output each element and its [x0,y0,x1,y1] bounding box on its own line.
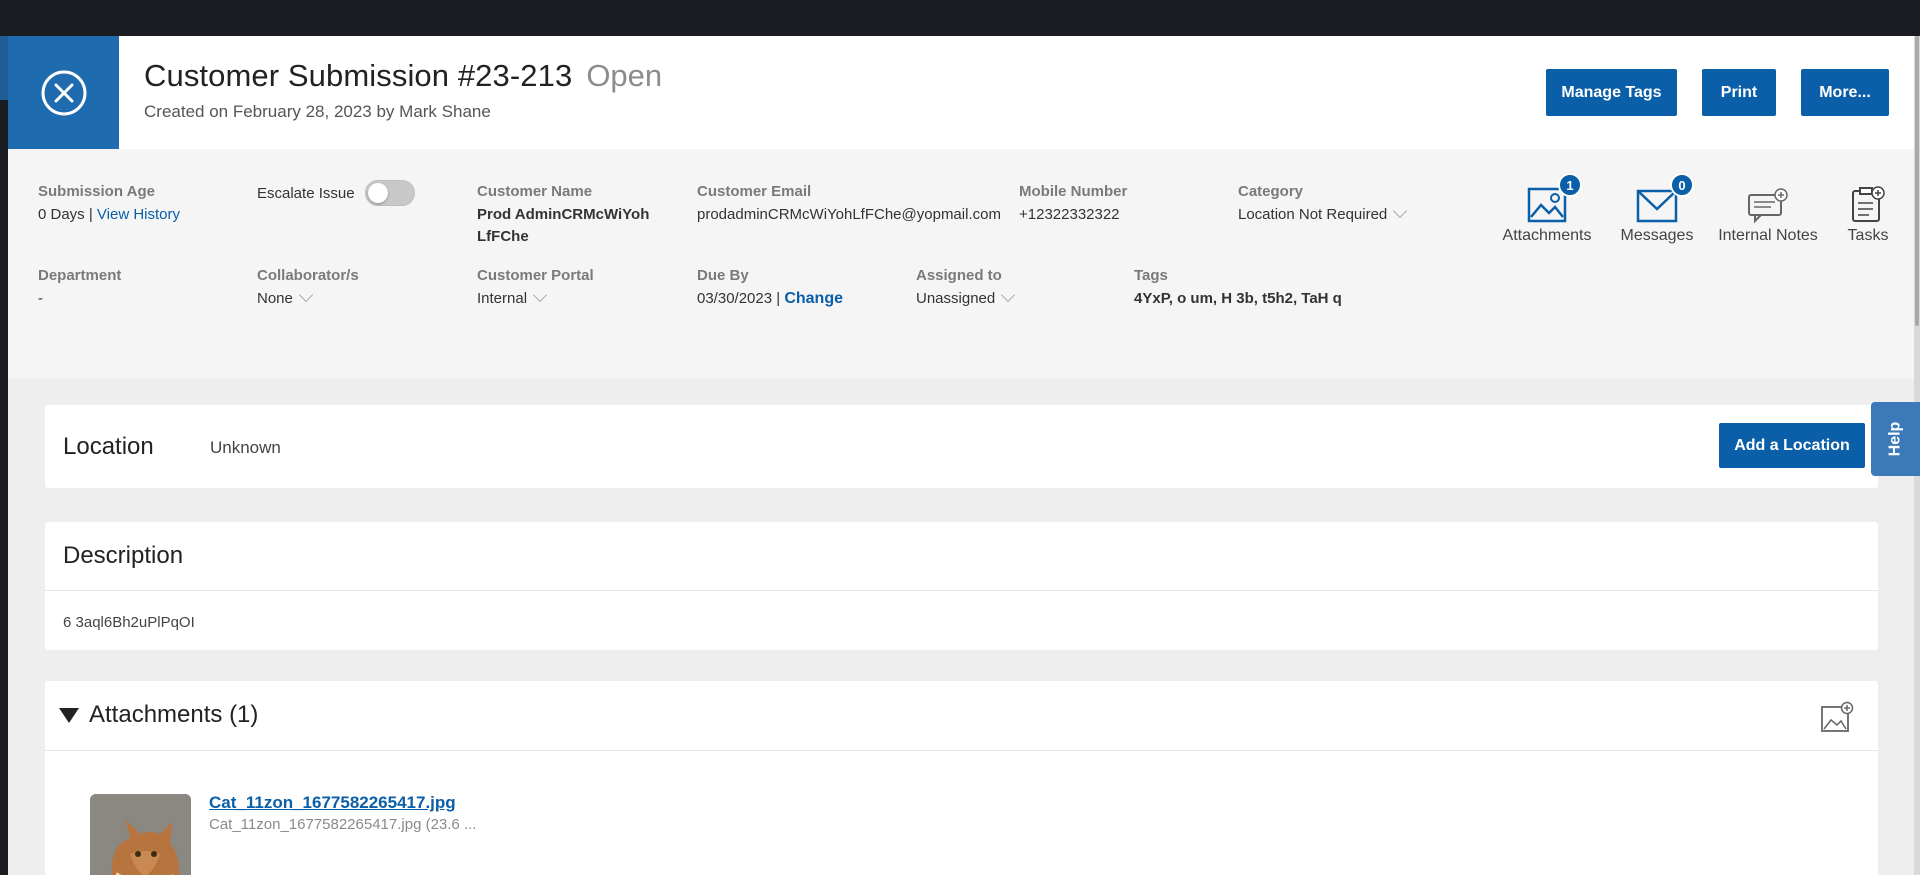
divider [45,750,1878,751]
created-info: Created on February 28, 2023 by Mark Sha… [144,102,491,121]
status-label: Open [586,58,663,93]
internal-notes-tool[interactable]: Internal Notes [1708,179,1828,245]
submission-details: Submission Age 0 Days | View History Esc… [8,149,1914,379]
add-image-icon [1821,701,1854,732]
escalate-issue-label: Escalate Issue [257,184,355,202]
customer-email-label: Customer Email [697,183,812,200]
add-location-button[interactable]: Add a Location [1719,423,1865,468]
description-title: Description [63,542,184,569]
description-text: 6 3aql6Bh2uPlPqOI [63,614,195,631]
due-by-label: Due By [697,267,749,284]
attachments-card: Attachments (1) Cat_11zon_1677582265417.… [45,681,1878,875]
messages-count-badge: 0 [1670,173,1694,197]
mobile-number-field: Mobile Number +12322332322 [1019,183,1127,226]
attachment-file-link[interactable]: Cat_11zon_1677582265417.jpg [209,793,456,813]
submission-header: Customer Submission #23-213 Open Created… [8,36,1914,149]
app-top-bar [0,0,1920,36]
due-by-value: 03/30/2023 | [697,290,781,307]
notes-icon [1748,188,1788,223]
location-title: Location [63,433,154,460]
chevron-down-icon [298,287,313,303]
scrollbar-thumb[interactable] [1915,36,1919,326]
assigned-to-field: Assigned to Unassigned [916,267,1016,310]
title-block: Customer Submission #23-213 Open Created… [144,58,662,122]
location-value: Unknown [210,438,281,457]
customer-name-link[interactable]: Prod AdminCRMcWiYoh LfFChe [477,204,667,248]
collaborators-label: Collaborator/s [257,267,359,284]
chevron-down-icon [532,287,548,303]
collaborators-dropdown[interactable]: None [257,287,359,310]
messages-tool[interactable]: 0 Messages [1608,173,1706,245]
help-tab[interactable]: Help [1871,402,1920,476]
print-button[interactable]: Print [1702,69,1776,116]
messages-tool-label: Messages [1620,227,1694,244]
close-button[interactable] [8,36,119,149]
close-icon [41,70,86,115]
attachment-file-meta: Cat_11zon_1677582265417.jpg (23.6 ... [209,816,477,833]
page-title: Customer Submission #23-213 [144,58,573,93]
tags-label: Tags [1134,267,1168,284]
customer-email-value: prodadminCRMcWiYohLfFChe@yopmail.com [697,206,1001,223]
view-history-link[interactable]: View History [97,206,180,223]
mobile-number-label: Mobile Number [1019,183,1128,200]
mobile-number-value: +12322332322 [1019,206,1120,223]
tags-value[interactable]: 4YxP, o um, H 3b, t5h2, TaH q [1134,288,1349,310]
submission-age-label: Submission Age [38,183,155,200]
assigned-to-value: Unassigned [916,290,996,307]
department-label: Department [38,267,122,284]
collaborators-value: None [257,290,293,307]
customer-email-field: Customer Email prodadminCRMcWiYohLfFChe@… [697,183,1001,226]
clipboard-icon [1852,186,1885,222]
department-field: Department - [38,267,121,310]
chevron-down-icon [1001,287,1016,303]
attachments-section-toggle[interactable]: Attachments (1) [59,701,258,729]
toggle-knob [367,183,388,203]
attachments-count-badge: 1 [1558,173,1582,197]
assigned-to-label: Assigned to [916,267,1002,284]
category-label: Category [1238,183,1304,200]
customer-portal-value: Internal [477,290,528,307]
app-left-edge [0,36,8,100]
category-field: Category Location Not Required [1238,183,1408,226]
attachments-tool[interactable]: 1 Attachments [1492,173,1602,245]
assigned-to-dropdown[interactable]: Unassigned [916,287,1016,310]
escalate-issue-toggle[interactable] [364,180,415,206]
customer-name-label: Customer Name [477,183,593,200]
envelope-icon [1636,189,1678,223]
due-by-field: Due By 03/30/2023 | Change [697,267,843,310]
description-card: Description 6 3aql6Bh2uPlPqOI [45,522,1878,650]
customer-portal-field: Customer Portal Internal [477,267,594,310]
internal-notes-tool-label: Internal Notes [1718,227,1818,244]
more-button[interactable]: More... [1801,69,1889,116]
manage-tags-button[interactable]: Manage Tags [1546,69,1677,116]
submission-panel: Customer Submission #23-213 Open Created… [8,36,1914,875]
tags-field: Tags 4YxP, o um, H 3b, t5h2, TaH q [1134,267,1349,310]
tasks-tool[interactable]: Tasks [1836,179,1900,245]
customer-portal-label: Customer Portal [477,267,594,284]
attachment-thumbnail[interactable] [90,794,191,875]
escalate-issue-field: Escalate Issue [257,180,415,206]
submission-age-field: Submission Age 0 Days | View History [38,183,180,226]
add-attachment-button[interactable] [1820,701,1854,738]
category-value: Location Not Required [1238,206,1388,223]
submission-age-value: 0 Days | [38,206,93,223]
location-card: Location Unknown Add a Location [45,405,1878,488]
customer-portal-dropdown[interactable]: Internal [477,287,594,310]
change-due-date-link[interactable]: Change [784,290,843,307]
tasks-tool-label: Tasks [1847,227,1889,244]
divider [45,590,1878,591]
department-value: - [38,290,43,307]
chevron-down-icon [1393,203,1408,219]
customer-name-field: Customer Name Prod AdminCRMcWiYoh LfFChe [477,183,667,248]
collaborators-field: Collaborator/s None [257,267,359,310]
cat-photo-image [90,794,191,875]
attachments-title: Attachments (1) [89,701,259,728]
collapse-triangle-icon [59,707,79,723]
attachments-tool-label: Attachments [1502,227,1592,244]
help-tab-label: Help [1886,421,1904,457]
category-dropdown[interactable]: Location Not Required [1238,203,1408,226]
